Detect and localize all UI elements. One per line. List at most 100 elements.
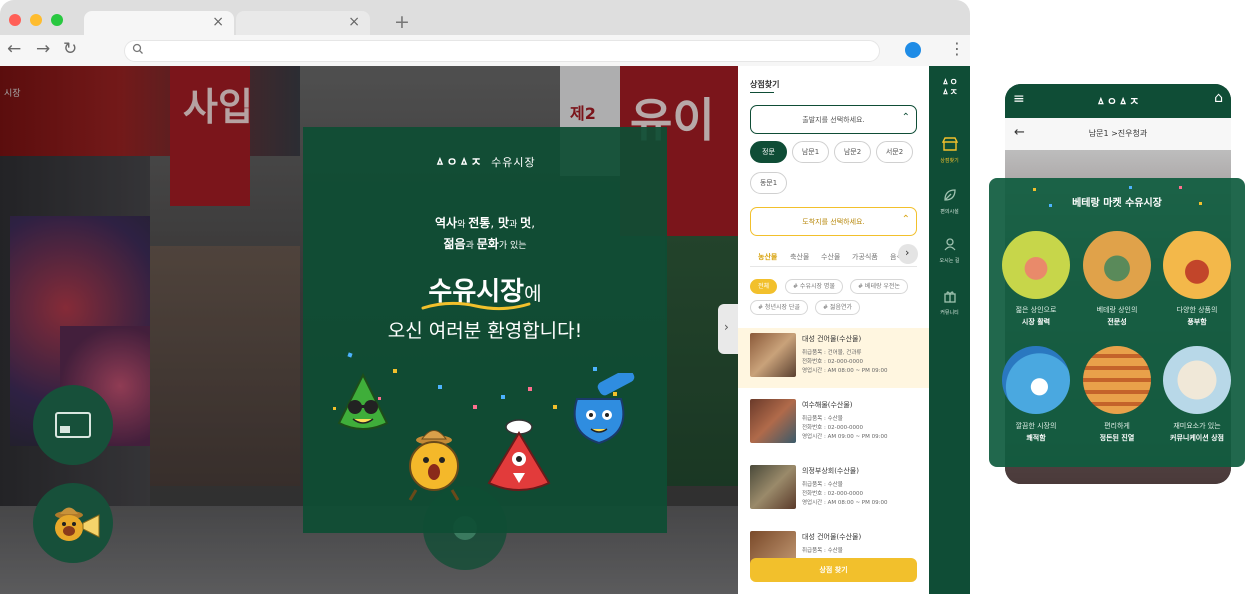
market-street-view[interactable]: 사입 시장 유이 제2 › ㅿㅇㅿㅈ 수유시장 역사와 전통, 맛과 멋, 젊음… <box>0 66 738 594</box>
tag-chip[interactable]: # 베테랑 우전논 <box>850 279 908 294</box>
store-phone: 전화번호 : 02-000-0000 <box>802 491 864 497</box>
mobile-breadcrumb: 남문1 >진우청과 <box>1088 129 1148 138</box>
tag-chip[interactable]: # 젊음연가 <box>815 300 861 315</box>
store-hours: 영업시간 : AM 08:00 ~ PM 09:00 <box>802 500 888 506</box>
nav-item-store-finder[interactable]: 상점찾기 <box>929 136 970 164</box>
find-store-label: 상점 찾기 <box>819 566 848 574</box>
tagline-word: 문화 <box>476 237 499 251</box>
back-icon[interactable]: ← <box>7 39 21 59</box>
feature-title: 시장 활력 <box>1021 318 1051 326</box>
nav-label: 상점찾기 <box>940 158 959 164</box>
close-tab-icon[interactable]: × <box>212 14 224 30</box>
feature-desc: 젊은 상인으로 <box>1015 306 1057 314</box>
feature-image-display <box>1083 346 1151 414</box>
tagline-particle: 와 <box>457 220 469 230</box>
side-nav-logo: ㅿㅇ ㅿㅈ <box>941 78 958 98</box>
chevron-up-icon: ⌃ <box>901 214 910 225</box>
gate-option[interactable]: 남문2 <box>834 141 871 163</box>
browser-toolbar: ← → ↻ ⋮ <box>0 35 970 66</box>
forward-icon[interactable]: → <box>36 39 50 59</box>
nav-item-directions[interactable]: 오시는 길 <box>929 236 970 264</box>
store-hours: 영업시간 : AM 08:00 ~ PM 09:00 <box>802 368 888 374</box>
tagline-particle: 과 <box>509 220 521 230</box>
nav-label: 오시는 길 <box>939 258 960 264</box>
tag-chip[interactable]: # 청년시장 단골 <box>750 300 808 315</box>
store-name: 대성 건어물(수산물) <box>802 335 862 343</box>
store-items: 취급품목 : 건어물, 건과류 <box>802 350 862 356</box>
leaf-icon <box>943 189 956 201</box>
nav-item-community[interactable]: 커뮤니티 <box>929 288 970 316</box>
gate-option[interactable]: 동문1 <box>750 172 787 194</box>
minimize-window-button[interactable] <box>30 14 42 26</box>
minimap-toggle-button[interactable] <box>33 385 113 465</box>
store-thumbnail <box>750 333 796 377</box>
tag-chip[interactable]: # 수유시장 명물 <box>785 279 843 294</box>
departure-select[interactable]: 출발지를 선택하세요. ⌃ <box>750 105 917 134</box>
chevron-right-icon: › <box>724 320 729 334</box>
home-icon[interactable]: ⌂ <box>1214 90 1223 106</box>
store-list-item[interactable]: 여수해물(수산물) 취급품목 : 수산물 전화번호 : 02-000-0000 … <box>738 394 929 454</box>
feature-desc: 베테랑 상인의 <box>1096 306 1138 314</box>
address-bar[interactable] <box>124 40 880 62</box>
gate-option[interactable]: 서문2 <box>876 141 913 163</box>
reload-icon[interactable]: ↻ <box>63 39 77 59</box>
gate-option-main[interactable]: 정문 <box>750 141 787 163</box>
feature-title: 쾌적함 <box>1026 434 1046 442</box>
feature-title: 풍부함 <box>1187 318 1207 326</box>
chevron-right-icon: › <box>905 246 910 259</box>
title-underline <box>750 92 774 93</box>
browser-menu-icon[interactable]: ⋮ <box>949 39 965 58</box>
welcome-popup: ㅿㅇㅿㅈ 수유시장 역사와 전통, 맛과 멋, 젊음과 문화가 있는 수유시장에… <box>303 127 667 533</box>
feature-image-communication <box>1163 346 1231 414</box>
departure-placeholder: 출발지를 선택하세요. <box>802 116 865 124</box>
nav-item-facilities[interactable]: 편의시설 <box>929 187 970 215</box>
store-name: 여수해물(수산물) <box>802 401 853 409</box>
category-tab[interactable]: 축산물 <box>790 252 809 262</box>
gate-option[interactable]: 남문1 <box>792 141 829 163</box>
close-tab-icon[interactable]: × <box>348 14 360 30</box>
store-thumbnail <box>750 465 796 509</box>
destination-select[interactable]: 도착지를 선택하세요. ⌃ <box>750 207 917 236</box>
store-list-item[interactable]: 대성 건어물(수산물) 취급품목 : 건어물, 건과류 전화번호 : 02-00… <box>738 328 929 388</box>
feature-title: 전문성 <box>1107 318 1127 326</box>
feature-label: 편리하게 정돈된 진열 <box>1076 421 1158 443</box>
confetti-icon <box>1033 186 1202 207</box>
mascot-green-icon <box>337 372 389 430</box>
close-window-button[interactable] <box>9 14 21 26</box>
store-name: 대성 건어물(수산물) <box>802 533 862 541</box>
gift-icon <box>943 291 956 303</box>
mobile-header: ≡ ㅿㅇㅿㅈ ⌂ <box>1005 84 1231 118</box>
feature-title: 커뮤니케이션 상점 <box>1170 434 1224 442</box>
tagline-particle: 과 <box>465 241 477 251</box>
category-tab[interactable]: 가공식품 <box>852 252 878 262</box>
store-phone: 전화번호 : 02-000-0000 <box>802 359 864 365</box>
profile-avatar[interactable] <box>905 42 921 58</box>
tagline-punct: , <box>490 216 498 230</box>
mascot-megaphone-icon <box>55 507 100 541</box>
browser-tab-active[interactable]: × <box>84 11 234 37</box>
tagline-punct: , <box>531 216 536 230</box>
category-tab-active[interactable]: 농산물 <box>758 252 777 262</box>
category-next-button[interactable]: › <box>898 244 918 264</box>
brand-name: 수유시장 <box>491 156 536 169</box>
feature-label: 깔끔한 시장의 쾌적함 <box>995 421 1077 443</box>
nav-label: 편의시설 <box>940 209 959 215</box>
person-icon <box>944 238 955 251</box>
new-tab-button[interactable]: + <box>394 11 410 33</box>
underline-swoosh-icon <box>421 301 531 311</box>
feature-title: 정돈된 진열 <box>1099 434 1135 442</box>
browser-tab[interactable]: × <box>236 11 370 37</box>
panel-collapse-handle[interactable]: › <box>718 304 738 354</box>
welcome-tagline-2: 젊음과 문화가 있는 <box>303 235 667 252</box>
mobile-logo: ㅿㅇㅿㅈ <box>1095 95 1141 108</box>
tag-chip-active[interactable]: 전체 <box>750 279 778 294</box>
maximize-window-button[interactable] <box>51 14 63 26</box>
store-phone: 전화번호 : 02-000-0000 <box>802 425 864 431</box>
store-list-item[interactable]: 의정부상회(수산물) 취급품목 : 수산물 전화번호 : 02-000-0000… <box>738 460 929 520</box>
feature-label: 다양한 상품의 풍부함 <box>1156 305 1238 327</box>
find-store-button[interactable]: 상점 찾기 <box>750 558 917 582</box>
mascot-guide-button[interactable] <box>33 483 113 563</box>
category-tab[interactable]: 수산물 <box>821 252 840 262</box>
tagline-word: 맛 <box>497 216 509 230</box>
feature-label: 베테랑 상인의전문성 <box>1076 305 1158 327</box>
